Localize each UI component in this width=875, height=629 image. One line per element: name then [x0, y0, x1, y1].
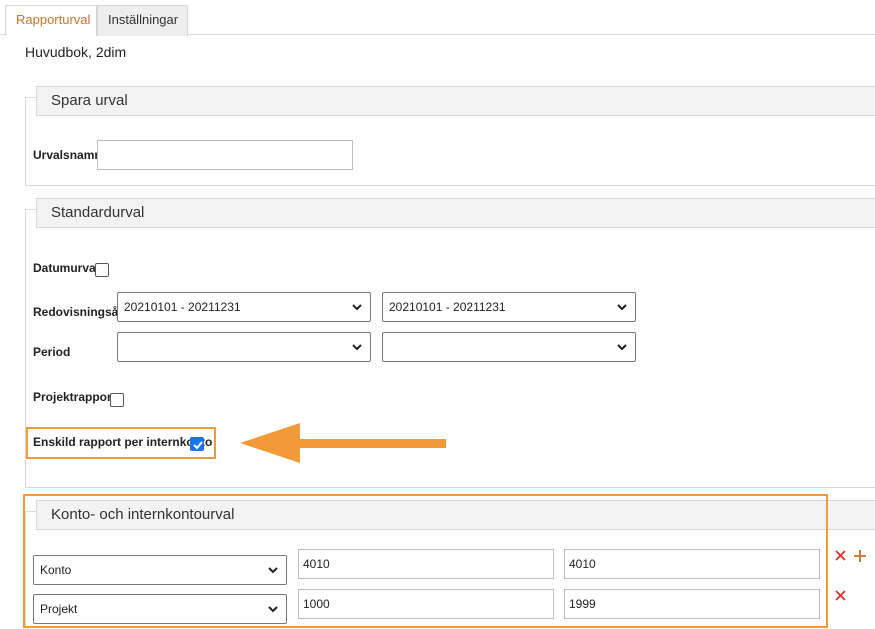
- redovisningsar-from-value: 20210101 - 20211231: [124, 300, 241, 314]
- tab-installningar[interactable]: Inställningar: [97, 5, 188, 36]
- konto-from-input[interactable]: [298, 549, 554, 579]
- urvalsnamn-input[interactable]: [97, 140, 353, 170]
- konto-to-input[interactable]: [564, 549, 820, 579]
- datumurval-checkbox[interactable]: [95, 263, 109, 277]
- period-from-select[interactable]: [117, 332, 371, 362]
- projekt-from-input[interactable]: [298, 589, 554, 619]
- delete-icon[interactable]: [833, 588, 849, 604]
- delete-icon[interactable]: [833, 548, 849, 564]
- checkmark-icon: [193, 441, 203, 450]
- projekt-to-input[interactable]: [564, 589, 820, 619]
- period-to-select[interactable]: [382, 332, 636, 362]
- page-title: Huvudbok, 2dim: [25, 44, 127, 60]
- enskild-checkbox[interactable]: [190, 437, 204, 451]
- chevron-down-icon: [268, 567, 278, 574]
- redovisningsar-to-value: 20210101 - 20211231: [389, 300, 506, 314]
- chevron-down-icon: [617, 304, 627, 311]
- chevron-down-icon: [352, 344, 362, 351]
- konto-type-select[interactable]: Konto: [33, 555, 287, 585]
- projektrapport-label: Projektrapport: [33, 390, 116, 404]
- add-icon[interactable]: [852, 548, 868, 564]
- tab-bar: Rapporturval Inställningar: [0, 0, 875, 36]
- datumurval-label: Datumurval: [33, 261, 100, 275]
- spara-urval-heading: Spara urval: [36, 86, 875, 116]
- chevron-down-icon: [617, 344, 627, 351]
- arrow-left-icon: [240, 423, 446, 463]
- enskild-label: Enskild rapport per internkonto: [33, 435, 213, 449]
- urvalsnamn-label: Urvalsnamn: [33, 148, 102, 162]
- projektrapport-checkbox[interactable]: [110, 393, 124, 407]
- konto-type-value: Konto: [40, 563, 72, 577]
- redovisningsar-to-select[interactable]: 20210101 - 20211231: [382, 292, 636, 322]
- chevron-down-icon: [268, 606, 278, 613]
- tab-rapporturval[interactable]: Rapporturval: [5, 5, 97, 36]
- chevron-down-icon: [352, 304, 362, 311]
- projekt-type-value: Projekt: [40, 602, 78, 616]
- projekt-type-select[interactable]: Projekt: [33, 594, 287, 624]
- period-label: Period: [33, 345, 71, 359]
- redovisningsar-label: Redovisningsår: [33, 305, 124, 319]
- standardurval-heading: Standardurval: [36, 198, 875, 228]
- redovisningsar-from-select[interactable]: 20210101 - 20211231: [117, 292, 371, 322]
